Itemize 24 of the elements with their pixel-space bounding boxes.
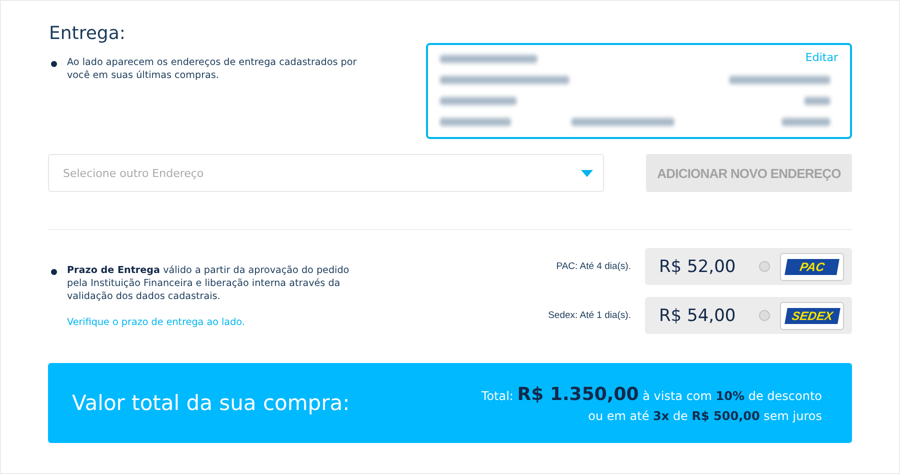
shipping-price: R$ 54,00 <box>659 306 737 326</box>
address-card[interactable]: Editar <box>426 43 852 139</box>
shipping-option[interactable]: R$ 54,00 SEDEX <box>645 297 852 334</box>
address-select[interactable]: Selecione outro Endereço <box>48 154 604 192</box>
address-note: Ao lado aparecem os endereços de entrega cadastrados por você em suas últimas compras. <box>67 56 358 82</box>
bullet-icon <box>51 61 57 67</box>
bullet-icon <box>51 269 57 275</box>
carrier-logo: SEDEX <box>780 302 844 330</box>
installment-text: ou em até 3x de R$ 500,00 sem juros <box>588 408 822 422</box>
shipping-price: R$ 52,00 <box>659 256 737 276</box>
shipping-time: Sedex: Até 1 dia(s). <box>548 310 631 321</box>
delivery-note: Prazo de Entrega válido a partir da aprovação do pedido pela Instituição Financeira e liberação interna através da validação dos dados cadastrais. <box>67 264 350 303</box>
total-price: Total: R$ 1.350,00 à vista com 10% de desconto <box>481 384 822 404</box>
total-title: Valor total da sua compra: <box>72 391 350 415</box>
edit-link[interactable]: Editar <box>805 51 838 64</box>
radio-button[interactable] <box>759 261 770 272</box>
shipping-option[interactable]: R$ 52,00 PAC <box>645 248 852 285</box>
add-address-button[interactable]: ADICIONAR NOVO ENDEREÇO <box>646 154 852 192</box>
section-title: Entrega: <box>49 23 126 44</box>
radio-button[interactable] <box>759 310 770 321</box>
delivery-link[interactable]: Verifique o prazo de entrega ao lado. <box>67 317 367 328</box>
shipping-time: PAC: Até 4 dia(s). <box>556 261 631 272</box>
carrier-logo: PAC <box>780 252 844 280</box>
caret-icon <box>581 170 593 176</box>
